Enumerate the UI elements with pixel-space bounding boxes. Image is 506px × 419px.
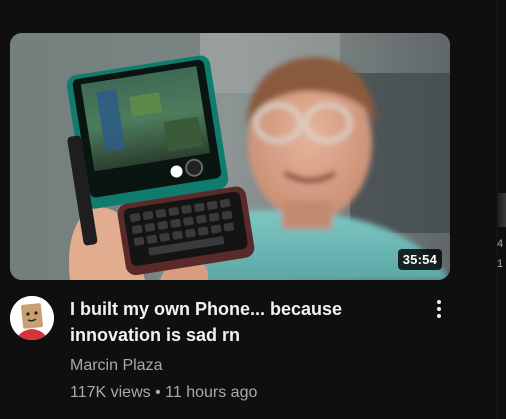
next-video-thumbnail[interactable] <box>497 193 506 227</box>
duration-badge: 35:54 <box>397 249 442 270</box>
next-video-card-peek[interactable]: 4 1 <box>497 0 506 419</box>
thumbnail-image <box>10 33 450 280</box>
video-thumbnail[interactable]: 35:54 <box>10 33 450 280</box>
metadata-separator: • <box>155 384 161 401</box>
menu-dot <box>437 300 441 304</box>
more-vert-icon[interactable] <box>428 298 450 322</box>
menu-dot <box>437 314 441 318</box>
channel-name[interactable]: Marcin Plaza <box>70 356 162 376</box>
upload-age: 11 hours ago <box>165 384 258 401</box>
menu-dot <box>437 307 441 311</box>
next-video-meta-line1: 4 <box>497 238 504 250</box>
channel-avatar[interactable] <box>10 296 54 340</box>
video-title[interactable]: I built my own Phone... because innovati… <box>70 296 400 348</box>
next-video-meta-line2: 1 <box>497 258 504 270</box>
video-card-page: 35:54 I built my own Phone... because in… <box>0 0 506 419</box>
avatar-icon <box>10 296 54 340</box>
video-metadata: 117K views • 11 hours ago <box>70 382 257 404</box>
view-count: 117K views <box>70 384 151 401</box>
